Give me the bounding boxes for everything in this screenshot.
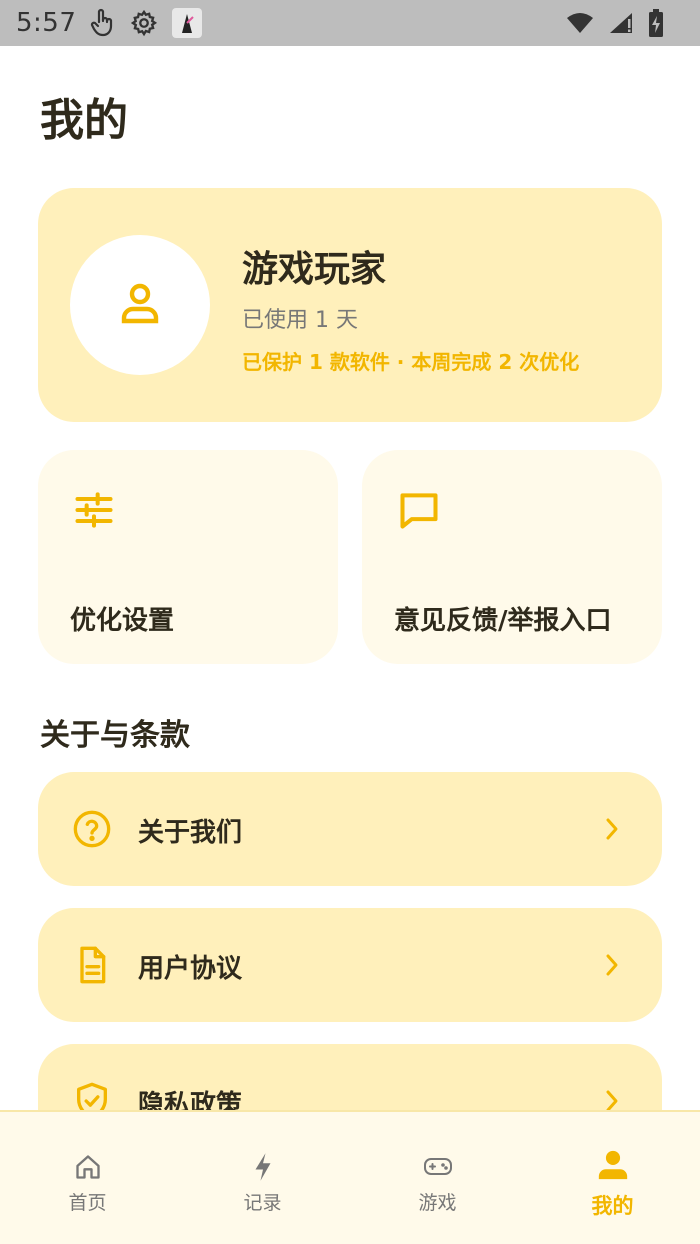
nav-item-mine[interactable]: 我的 xyxy=(525,1112,700,1244)
lightning-icon xyxy=(252,1152,274,1182)
help-circle-icon xyxy=(72,809,112,853)
status-right-icons xyxy=(566,9,684,37)
about-section-title: 关于与条款 xyxy=(40,718,190,753)
user-agreement-row[interactable]: 用户协议 xyxy=(38,908,662,1022)
message-square-icon xyxy=(396,488,442,536)
about-us-row[interactable]: 关于我们 xyxy=(38,772,662,886)
signal-icon xyxy=(608,11,634,35)
app-badge-icon xyxy=(172,8,203,38)
nav-item-records[interactable]: 记录 xyxy=(175,1112,350,1244)
touch-icon xyxy=(90,8,116,38)
user-agreement-label: 用户协议 xyxy=(138,954,243,984)
gamepad-icon xyxy=(423,1152,453,1182)
about-us-label: 关于我们 xyxy=(138,818,243,848)
nav-item-home[interactable]: 首页 xyxy=(0,1112,175,1244)
profile-card[interactable]: 游戏玩家 已使用 1 天 已保护 1 款软件 · 本周完成 2 次优化 xyxy=(38,188,662,422)
battery-charging-icon xyxy=(648,9,664,37)
page-title: 我的 xyxy=(40,95,128,146)
status-bar: 5:57 xyxy=(0,0,700,46)
document-icon xyxy=(72,945,112,989)
optimize-settings-tile[interactable]: 优化设置 xyxy=(38,450,338,664)
status-left-icons xyxy=(90,8,203,38)
chevron-right-icon xyxy=(604,951,620,983)
sliders-icon xyxy=(72,488,116,536)
profile-name: 游戏玩家 xyxy=(242,249,387,290)
chevron-right-icon xyxy=(604,815,620,847)
avatar[interactable] xyxy=(70,235,210,375)
feedback-report-tile[interactable]: 意见反馈/举报入口 xyxy=(362,450,662,664)
nav-label-games: 游戏 xyxy=(418,1192,457,1214)
user-outline-icon xyxy=(116,279,164,331)
home-icon xyxy=(74,1152,102,1182)
profile-stats: 已保护 1 款软件 · 本周完成 2 次优化 xyxy=(242,350,580,374)
bottom-nav: 首页 记录 游戏 我的 xyxy=(0,1110,700,1244)
profile-days-used: 已使用 1 天 xyxy=(242,308,358,333)
nav-label-mine: 我的 xyxy=(591,1194,634,1218)
wifi-icon xyxy=(566,12,594,34)
gear-icon xyxy=(130,9,158,37)
nav-item-games[interactable]: 游戏 xyxy=(350,1112,525,1244)
status-time: 5:57 xyxy=(16,8,77,38)
nav-label-home: 首页 xyxy=(68,1192,107,1214)
nav-label-records: 记录 xyxy=(243,1192,282,1214)
optimize-settings-label: 优化设置 xyxy=(70,606,175,636)
person-filled-icon xyxy=(596,1148,630,1182)
feedback-report-label: 意见反馈/举报入口 xyxy=(394,606,612,636)
